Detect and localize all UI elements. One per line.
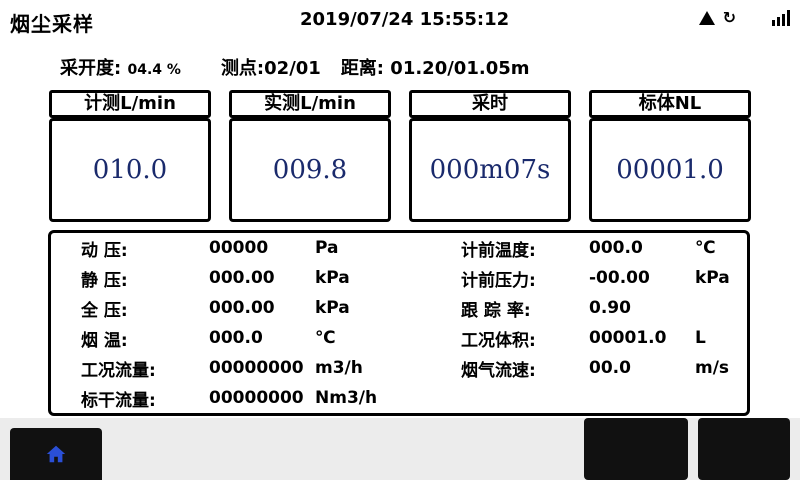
sampling-rate-value: 04.4 % bbox=[127, 62, 181, 78]
detail-row: 工况体积: 00001.0 L bbox=[461, 327, 706, 351]
status-icons: ↻ bbox=[698, 8, 790, 27]
signal-icon bbox=[772, 9, 790, 26]
distance-label: 距离: bbox=[340, 58, 385, 79]
warning-icon bbox=[698, 10, 715, 25]
card-value-box: 000m07s bbox=[409, 118, 571, 222]
info-line: 采开度: 04.4 % 测点:02/01 距离: 01.20/01.05m bbox=[60, 54, 530, 80]
sampling-rate: 采开度: 04.4 % bbox=[60, 54, 181, 80]
refresh-icon: ↻ bbox=[722, 8, 736, 27]
app-title: 烟尘采样 bbox=[10, 12, 94, 36]
detail-value: 00000 bbox=[209, 238, 269, 258]
detail-label: 计前压力: bbox=[461, 270, 536, 291]
detail-unit: m/s bbox=[695, 358, 730, 378]
detail-row: 静 压: 000.00 kPa bbox=[81, 267, 350, 291]
card-value: 000m07s bbox=[429, 155, 551, 185]
card-value: 009.8 bbox=[272, 155, 348, 185]
details-panel: 动 压: 00000 Pa 静 压: 000.00 kPa 全 压: 000.0… bbox=[48, 230, 750, 416]
detail-value: 0.90 bbox=[589, 298, 631, 318]
detail-row: 计前压力: -00.00 kPa bbox=[461, 267, 730, 291]
measure-point-label: 测点: bbox=[220, 58, 265, 79]
detail-value: 000.0 bbox=[209, 328, 263, 348]
detail-value: 00000000 bbox=[209, 358, 304, 378]
detail-unit: m3/h bbox=[315, 358, 363, 378]
detail-value: 00001.0 bbox=[589, 328, 667, 348]
detail-label: 烟气流速: bbox=[461, 360, 536, 381]
detail-unit: kPa bbox=[315, 268, 350, 288]
card-label: 采时 bbox=[409, 90, 571, 118]
detail-row: 烟气流速: 00.0 m/s bbox=[461, 357, 730, 381]
detail-unit: ℃ bbox=[315, 328, 336, 348]
detail-value: 000.00 bbox=[209, 268, 275, 288]
card-value: 010.0 bbox=[92, 155, 168, 185]
card-metered-flow: 计测L/min 010.0 bbox=[49, 90, 211, 222]
card-value-box: 00001.0 bbox=[589, 118, 751, 222]
detail-label: 跟 踪 率: bbox=[461, 300, 531, 321]
card-standard-volume: 标体NL 00001.0 bbox=[589, 90, 751, 222]
detail-unit: Nm3/h bbox=[315, 388, 378, 408]
detail-value: 000.00 bbox=[209, 298, 275, 318]
sampling-rate-label: 采开度: bbox=[60, 58, 122, 79]
card-label: 实测L/min bbox=[229, 90, 391, 118]
measure-point: 测点:02/01 bbox=[221, 54, 321, 80]
measure-point-value: 02/01 bbox=[264, 58, 321, 79]
card-value-box: 010.0 bbox=[49, 118, 211, 222]
action-button-2[interactable] bbox=[698, 418, 790, 480]
action-button-1[interactable] bbox=[584, 418, 688, 480]
detail-value: 00000000 bbox=[209, 388, 304, 408]
distance: 距离: 01.20/01.05m bbox=[341, 54, 530, 80]
header-bar: 烟尘采样 2019/07/24 15:55:12 ↻ bbox=[0, 0, 800, 40]
home-icon bbox=[46, 445, 66, 463]
card-value: 00001.0 bbox=[616, 155, 724, 185]
detail-unit: L bbox=[695, 328, 706, 348]
detail-row: 计前温度: 000.0 ℃ bbox=[461, 237, 716, 261]
detail-row: 标干流量: 00000000 Nm3/h bbox=[81, 387, 378, 411]
card-actual-flow: 实测L/min 009.8 bbox=[229, 90, 391, 222]
card-sampling-time: 采时 000m07s bbox=[409, 90, 571, 222]
detail-unit: kPa bbox=[695, 268, 730, 288]
detail-value: 000.0 bbox=[589, 238, 643, 258]
datetime: 2019/07/24 15:55:12 bbox=[300, 9, 510, 30]
detail-label: 工况流量: bbox=[81, 360, 156, 381]
detail-label: 烟 温: bbox=[81, 330, 128, 351]
detail-value: -00.00 bbox=[589, 268, 650, 288]
detail-label: 计前温度: bbox=[461, 240, 536, 261]
card-label: 标体NL bbox=[589, 90, 751, 118]
detail-label: 标干流量: bbox=[81, 390, 156, 411]
detail-label: 静 压: bbox=[81, 270, 128, 291]
detail-row: 跟 踪 率: 0.90 bbox=[461, 297, 695, 321]
detail-label: 全 压: bbox=[81, 300, 128, 321]
detail-row: 工况流量: 00000000 m3/h bbox=[81, 357, 363, 381]
bottom-bar bbox=[0, 418, 800, 480]
detail-label: 工况体积: bbox=[461, 330, 536, 351]
detail-row: 动 压: 00000 Pa bbox=[81, 237, 339, 261]
card-label: 计测L/min bbox=[49, 90, 211, 118]
detail-unit: ℃ bbox=[695, 238, 716, 258]
detail-row: 烟 温: 000.0 ℃ bbox=[81, 327, 336, 351]
home-button[interactable] bbox=[10, 428, 102, 480]
distance-value: 01.20/01.05m bbox=[390, 58, 530, 79]
card-value-box: 009.8 bbox=[229, 118, 391, 222]
detail-unit: kPa bbox=[315, 298, 350, 318]
detail-unit: Pa bbox=[315, 238, 339, 258]
detail-label: 动 压: bbox=[81, 240, 128, 261]
detail-value: 00.0 bbox=[589, 358, 631, 378]
detail-row: 全 压: 000.00 kPa bbox=[81, 297, 350, 321]
